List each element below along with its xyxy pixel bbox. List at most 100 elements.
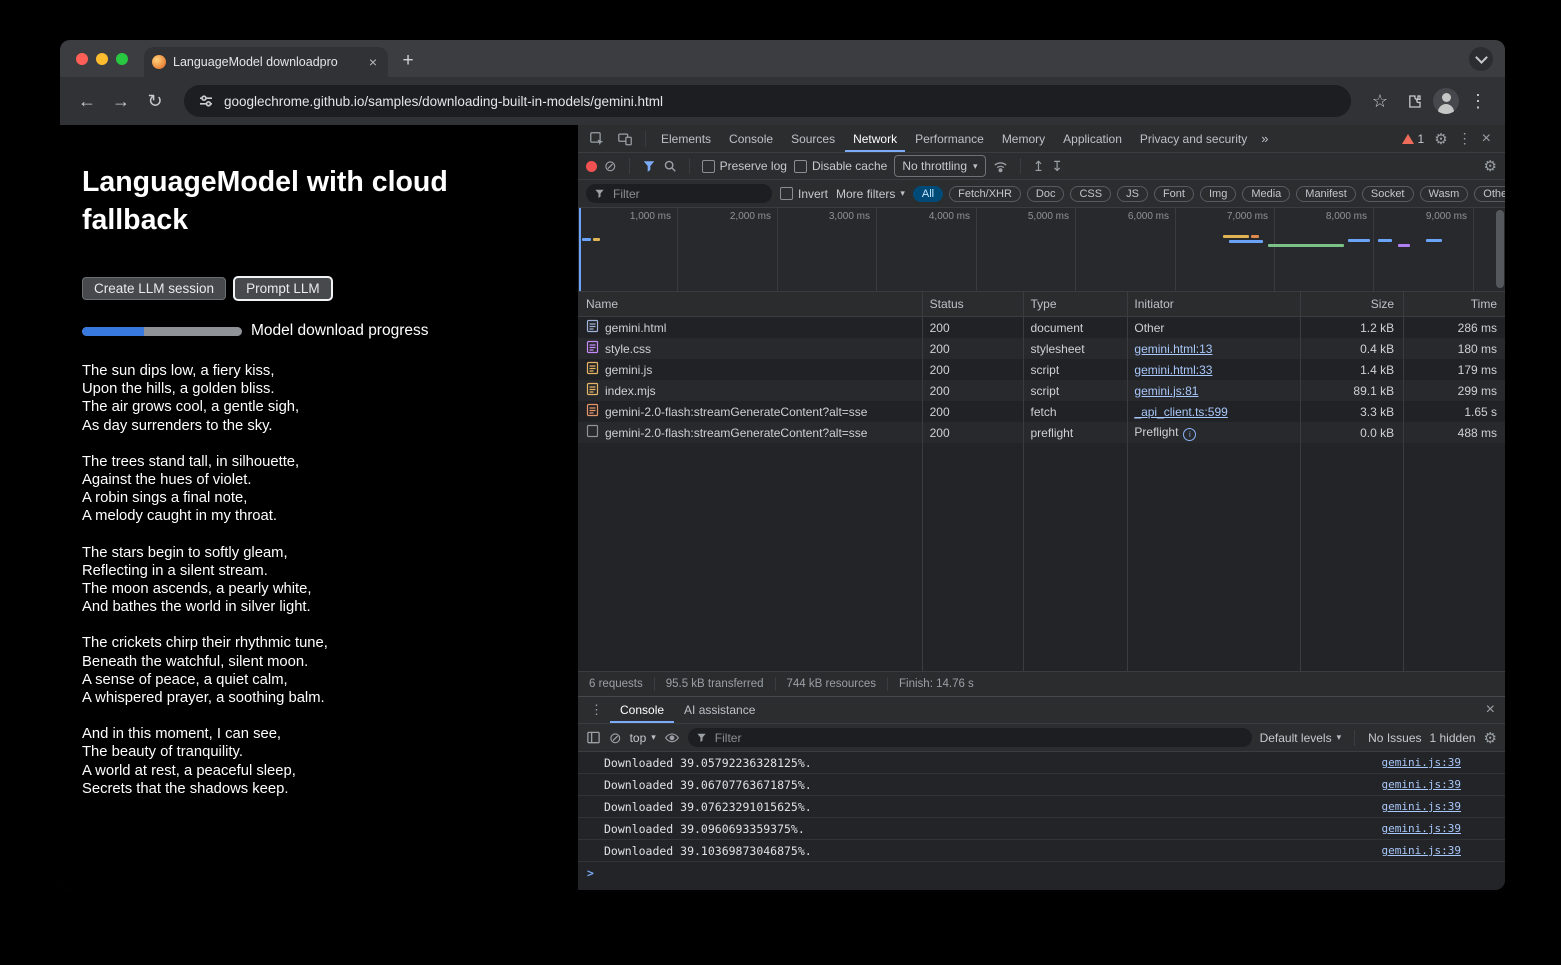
issues-status[interactable]: No Issues — [1368, 731, 1421, 745]
back-button[interactable]: ← — [72, 86, 102, 116]
default-levels-dropdown[interactable]: Default levels ▾ — [1260, 731, 1342, 745]
browser-tab[interactable]: LanguageModel downloadpro × — [144, 47, 388, 77]
message-source-link[interactable]: gemini.js:39 — [1382, 822, 1461, 835]
context-selector[interactable]: top ▾ — [630, 731, 656, 745]
chip-wasm[interactable]: Wasm — [1420, 186, 1469, 202]
maximize-window-button[interactable] — [116, 53, 128, 65]
close-window-button[interactable] — [76, 53, 88, 65]
network-filter-input[interactable] — [611, 186, 764, 202]
console-prompt[interactable]: > — [578, 862, 1505, 884]
column-header-size[interactable]: Size — [1299, 297, 1402, 311]
preflight-info-icon[interactable]: i — [1183, 428, 1196, 441]
overview-selection-handle[interactable] — [579, 208, 581, 291]
chip-js[interactable]: JS — [1117, 186, 1148, 202]
tab-console[interactable]: Console — [721, 125, 781, 152]
chip-font[interactable]: Font — [1154, 186, 1194, 202]
tab-network[interactable]: Network — [845, 125, 905, 152]
tab-sources[interactable]: Sources — [783, 125, 843, 152]
new-tab-button[interactable]: + — [394, 47, 422, 75]
chip-socket[interactable]: Socket — [1362, 186, 1414, 202]
devtools-close-icon[interactable]: × — [1482, 131, 1491, 147]
disable-cache-checkbox[interactable]: Disable cache — [794, 159, 887, 173]
console-message[interactable]: Downloaded 39.07623291015625%. gemini.js… — [578, 796, 1505, 818]
console-settings-icon[interactable]: ⚙ — [1484, 729, 1497, 747]
site-settings-icon[interactable] — [198, 93, 214, 109]
devtools-settings-icon[interactable]: ⚙ — [1434, 130, 1447, 148]
eye-icon[interactable] — [664, 730, 680, 746]
console-filter-input-box[interactable] — [688, 728, 1252, 747]
tab-performance[interactable]: Performance — [907, 125, 992, 152]
create-session-button[interactable]: Create LLM session — [82, 277, 226, 300]
more-filters-dropdown[interactable]: More filters ▾ — [836, 187, 905, 201]
filter-funnel-icon[interactable] — [642, 159, 656, 173]
network-filter-input-box[interactable] — [586, 184, 772, 203]
tab-close-icon[interactable]: × — [366, 54, 380, 70]
tab-application[interactable]: Application — [1055, 125, 1130, 152]
table-row[interactable]: gemini.html 200 document Other 1.2 kB 28… — [578, 317, 1505, 338]
search-icon[interactable] — [663, 159, 677, 173]
drawer-menu-icon[interactable]: ⋮ — [584, 702, 610, 718]
message-source-link[interactable]: gemini.js:39 — [1382, 800, 1461, 813]
bookmark-star-icon[interactable]: ☆ — [1365, 86, 1395, 116]
extensions-icon[interactable] — [1399, 86, 1429, 116]
message-source-link[interactable]: gemini.js:39 — [1382, 756, 1461, 769]
table-row[interactable]: gemini-2.0-flash:streamGenerateContent?a… — [578, 401, 1505, 422]
network-conditions-icon[interactable] — [993, 159, 1008, 174]
address-bar[interactable]: googlechrome.github.io/samples/downloadi… — [184, 85, 1351, 117]
column-divider[interactable] — [1127, 292, 1128, 671]
profile-avatar[interactable] — [1433, 88, 1459, 114]
prompt-llm-button[interactable]: Prompt LLM — [234, 277, 332, 300]
console-message[interactable]: Downloaded 39.0960693359375%. gemini.js:… — [578, 818, 1505, 840]
chip-manifest[interactable]: Manifest — [1296, 186, 1356, 202]
column-header-type[interactable]: Type — [1023, 297, 1127, 311]
column-header-time[interactable]: Time — [1402, 297, 1505, 311]
console-message[interactable]: Downloaded 39.06707763671875%. gemini.js… — [578, 774, 1505, 796]
chip-other[interactable]: Other — [1474, 186, 1505, 202]
drawer-close-icon[interactable]: × — [1486, 702, 1499, 718]
column-divider[interactable] — [1300, 292, 1301, 671]
column-divider[interactable] — [1023, 292, 1024, 671]
tab-privacy-security[interactable]: Privacy and security — [1132, 125, 1255, 152]
clear-console-icon[interactable]: ⊘ — [609, 729, 622, 747]
initiator-link[interactable]: _api_client.ts:599 — [1134, 405, 1227, 419]
chip-media[interactable]: Media — [1242, 186, 1290, 202]
column-divider[interactable] — [922, 292, 923, 671]
column-divider[interactable] — [1403, 292, 1404, 671]
column-header-status[interactable]: Status — [922, 297, 1023, 311]
issues-badge[interactable]: 1 — [1402, 132, 1425, 146]
column-header-name[interactable]: Name — [578, 297, 922, 311]
console-message[interactable]: Downloaded 39.10369873046875%. gemini.js… — [578, 840, 1505, 862]
clear-network-log-icon[interactable]: ⊘ — [604, 157, 617, 175]
chip-img[interactable]: Img — [1200, 186, 1236, 202]
table-row[interactable]: gemini-2.0-flash:streamGenerateContent?a… — [578, 422, 1505, 443]
table-row[interactable]: index.mjs 200 script gemini.js:81 89.1 k… — [578, 380, 1505, 401]
invert-checkbox[interactable]: Invert — [780, 187, 828, 201]
network-settings-icon[interactable]: ⚙ — [1484, 157, 1497, 175]
preserve-log-checkbox[interactable]: Preserve log — [702, 159, 787, 173]
hidden-messages-count[interactable]: 1 hidden — [1430, 731, 1476, 745]
chip-css[interactable]: CSS — [1070, 186, 1111, 202]
tab-overview-button[interactable] — [1469, 47, 1493, 71]
drawer-tab-ai-assistance[interactable]: AI assistance — [674, 697, 765, 723]
network-overview-timeline[interactable]: 1,000 ms 2,000 ms 3,000 ms 4,000 ms 5,00… — [578, 208, 1505, 292]
table-row[interactable]: style.css 200 stylesheet gemini.html:13 … — [578, 338, 1505, 359]
message-source-link[interactable]: gemini.js:39 — [1382, 778, 1461, 791]
console-message[interactable]: Downloaded 39.05792236328125%. gemini.js… — [578, 752, 1505, 774]
console-filter-input[interactable] — [713, 730, 1244, 746]
export-har-icon[interactable]: ↧ — [1051, 158, 1063, 175]
import-har-icon[interactable]: ↥ — [1033, 158, 1045, 175]
message-source-link[interactable]: gemini.js:39 — [1382, 844, 1461, 857]
console-sidebar-icon[interactable] — [586, 730, 601, 745]
device-toolbar-icon[interactable] — [612, 131, 638, 147]
inspect-element-icon[interactable] — [584, 131, 610, 147]
more-panels-icon[interactable]: » — [1257, 131, 1272, 146]
tab-memory[interactable]: Memory — [994, 125, 1053, 152]
drawer-tab-console[interactable]: Console — [610, 697, 674, 723]
initiator-link[interactable]: gemini.js:81 — [1134, 384, 1198, 398]
forward-button[interactable]: → — [106, 86, 136, 116]
browser-menu-icon[interactable]: ⋮ — [1463, 86, 1493, 116]
initiator-link[interactable]: gemini.html:13 — [1134, 342, 1212, 356]
initiator-link[interactable]: gemini.html:33 — [1134, 363, 1212, 377]
reload-button[interactable]: ↻ — [140, 86, 170, 116]
minimize-window-button[interactable] — [96, 53, 108, 65]
